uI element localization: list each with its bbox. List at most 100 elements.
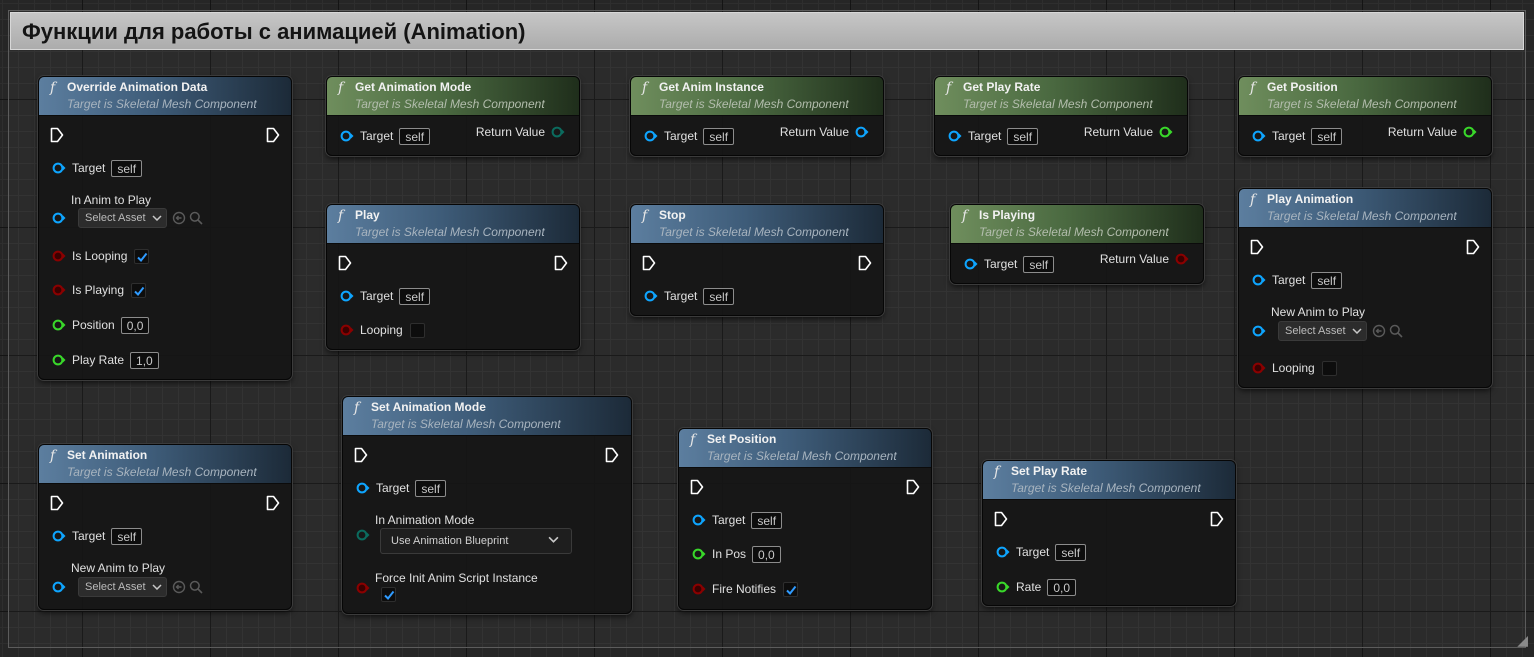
exec-in-pin[interactable]	[354, 445, 368, 465]
object-pin-icon[interactable]	[52, 530, 66, 542]
exec-out-pin[interactable]	[1210, 509, 1224, 529]
enum-pin-icon[interactable]	[551, 126, 565, 138]
object-pin-icon[interactable]	[644, 130, 658, 142]
bool-pin-icon[interactable]	[52, 250, 66, 262]
object-pin-icon[interactable]	[692, 514, 706, 526]
node-play-animation[interactable]: f Play Animation Target is Skeletal Mesh…	[1238, 188, 1492, 388]
search-icon[interactable]	[1389, 324, 1403, 338]
object-pin-icon[interactable]	[964, 258, 978, 270]
select-asset-dropdown[interactable]: Select Asset	[1278, 321, 1367, 341]
exec-in-pin[interactable]	[338, 253, 352, 273]
position-input[interactable]: 0,0	[120, 316, 150, 334]
node-set-position[interactable]: f Set Position Target is Skeletal Mesh C…	[678, 428, 932, 610]
float-pin-icon[interactable]	[996, 581, 1010, 593]
target-input[interactable]: self	[1007, 127, 1039, 145]
select-asset-dropdown[interactable]: Select Asset	[78, 577, 167, 597]
node-set-animation[interactable]: f Set Animation Target is Skeletal Mesh …	[38, 444, 292, 610]
object-pin-icon[interactable]	[52, 581, 66, 593]
browse-icon[interactable]	[1372, 324, 1386, 338]
target-input[interactable]: self	[415, 479, 447, 497]
enum-pin-icon[interactable]	[356, 529, 370, 541]
target-input[interactable]: self	[399, 127, 431, 145]
target-input[interactable]: self	[399, 287, 431, 305]
node-set-animation-mode[interactable]: f Set Animation Mode Target is Skeletal …	[342, 396, 632, 614]
object-pin-icon[interactable]	[1252, 130, 1266, 142]
exec-out-pin[interactable]	[906, 477, 920, 497]
bool-pin-icon[interactable]	[340, 324, 354, 336]
object-pin-icon[interactable]	[340, 130, 354, 142]
force-init-checkbox[interactable]	[381, 587, 396, 602]
float-pin-icon[interactable]	[52, 319, 66, 331]
target-input[interactable]: self	[751, 511, 783, 529]
comment-header[interactable]: Функции для работы с анимацией (Animatio…	[10, 12, 1524, 50]
object-pin-icon[interactable]	[948, 130, 962, 142]
target-input[interactable]: self	[703, 287, 735, 305]
exec-in-pin[interactable]	[994, 509, 1008, 529]
fire-notifies-checkbox[interactable]	[783, 581, 799, 597]
node-override-animation-data[interactable]: f Override Animation Data Target is Skel…	[38, 76, 292, 380]
node-set-play-rate[interactable]: f Set Play Rate Target is Skeletal Mesh …	[982, 460, 1236, 606]
graph-canvas[interactable]: Функции для работы с анимацией (Animatio…	[0, 0, 1534, 657]
bool-pin-icon[interactable]	[692, 583, 706, 595]
target-input[interactable]: self	[111, 159, 143, 177]
animation-mode-dropdown[interactable]: Use Animation Blueprint	[380, 528, 572, 554]
node-get-position[interactable]: f Get Position Target is Skeletal Mesh C…	[1238, 76, 1492, 156]
is-looping-checkbox[interactable]	[134, 248, 150, 264]
node-get-play-rate[interactable]: f Get Play Rate Target is Skeletal Mesh …	[934, 76, 1188, 156]
node-get-anim-instance[interactable]: f Get Anim Instance Target is Skeletal M…	[630, 76, 884, 156]
object-pin-icon[interactable]	[1252, 274, 1266, 286]
exec-out-pin[interactable]	[858, 253, 872, 273]
play-rate-input[interactable]: 1,0	[130, 351, 159, 369]
node-stop[interactable]: f Stop Target is Skeletal Mesh Component…	[630, 204, 884, 316]
node-play[interactable]: f Play Target is Skeletal Mesh Component…	[326, 204, 580, 350]
is-playing-checkbox[interactable]	[131, 282, 147, 298]
rate-input[interactable]: 0,0	[1047, 578, 1077, 596]
object-pin-icon[interactable]	[996, 546, 1010, 558]
looping-checkbox[interactable]	[409, 322, 425, 338]
select-asset-dropdown[interactable]: Select Asset	[78, 208, 167, 228]
exec-in-pin[interactable]	[50, 125, 64, 145]
float-pin-icon[interactable]	[52, 354, 66, 366]
object-pin-icon[interactable]	[340, 290, 354, 302]
target-input[interactable]: self	[1311, 271, 1343, 289]
exec-out-pin[interactable]	[1466, 237, 1480, 257]
browse-icon[interactable]	[172, 211, 186, 225]
looping-checkbox[interactable]	[1321, 360, 1337, 376]
node-get-animation-mode[interactable]: f Get Animation Mode Target is Skeletal …	[326, 76, 580, 156]
node-is-playing[interactable]: f Is Playing Target is Skeletal Mesh Com…	[950, 204, 1204, 284]
target-input[interactable]: self	[1023, 255, 1055, 273]
bool-pin-icon[interactable]	[356, 582, 370, 594]
exec-in-pin[interactable]	[642, 253, 656, 273]
target-input[interactable]: self	[111, 527, 143, 545]
target-input[interactable]: self	[1311, 127, 1343, 145]
resize-grip-icon[interactable]: ◢	[1517, 633, 1528, 649]
object-pin-icon[interactable]	[855, 126, 869, 138]
browse-icon[interactable]	[172, 580, 186, 594]
exec-out-pin[interactable]	[554, 253, 568, 273]
mode-pin[interactable]	[356, 525, 370, 545]
float-pin-icon[interactable]	[1159, 126, 1173, 138]
object-pin-icon[interactable]	[356, 482, 370, 494]
bool-pin-icon[interactable]	[1252, 362, 1266, 374]
new-anim-label: New Anim to Play	[1271, 305, 1366, 319]
exec-in-pin[interactable]	[690, 477, 704, 497]
bool-pin-icon[interactable]	[1175, 253, 1189, 265]
object-pin-icon[interactable]	[644, 290, 658, 302]
object-pin-icon[interactable]	[52, 212, 66, 224]
object-pin-icon[interactable]	[1252, 325, 1266, 337]
float-pin-icon[interactable]	[692, 548, 706, 560]
exec-in-pin[interactable]	[50, 493, 64, 513]
search-icon[interactable]	[189, 211, 203, 225]
search-icon[interactable]	[189, 580, 203, 594]
object-pin-icon[interactable]	[52, 162, 66, 174]
exec-in-pin[interactable]	[1250, 237, 1264, 257]
force-init-pin[interactable]	[356, 578, 370, 598]
target-input[interactable]: self	[703, 127, 735, 145]
bool-pin-icon[interactable]	[52, 284, 66, 296]
target-input[interactable]: self	[1055, 543, 1087, 561]
in-pos-input[interactable]: 0,0	[752, 545, 781, 563]
exec-out-pin[interactable]	[266, 125, 280, 145]
exec-out-pin[interactable]	[266, 493, 280, 513]
float-pin-icon[interactable]	[1463, 126, 1477, 138]
exec-out-pin[interactable]	[605, 445, 619, 465]
